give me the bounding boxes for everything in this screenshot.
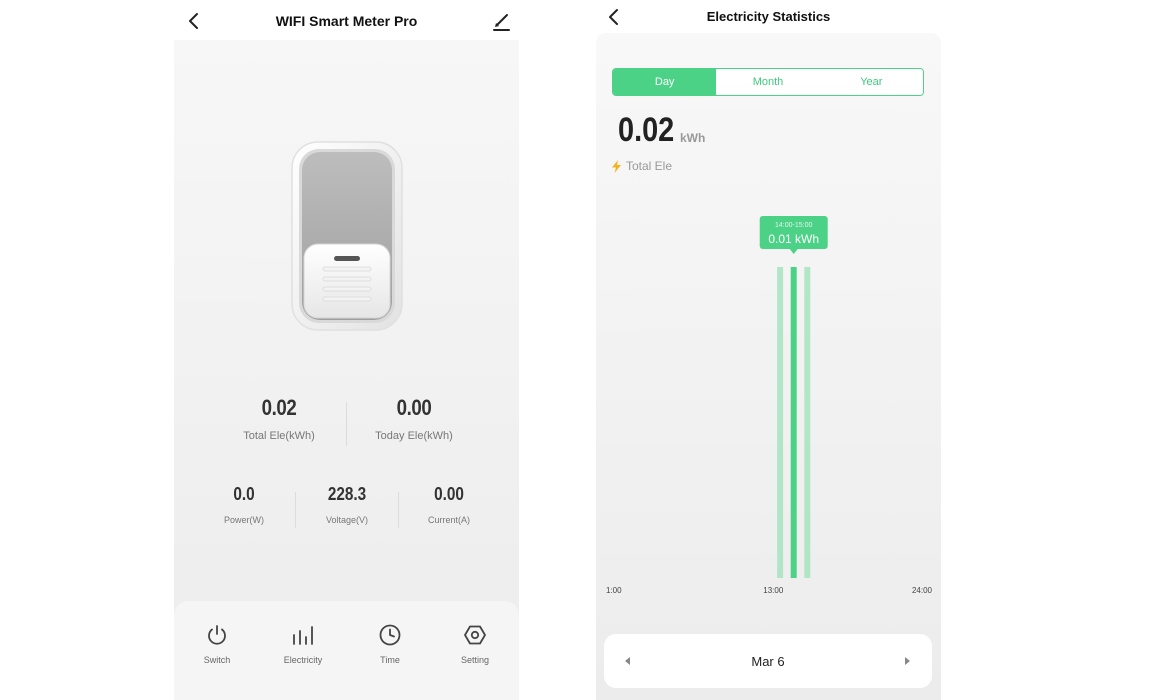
energy-bar-chart: 14:00-15:00 0.01 kWh 1:00 13:00 24:00 bbox=[606, 216, 933, 595]
current-stat: 0.00 Current(A) bbox=[399, 484, 499, 525]
x-axis-ticks: 1:00 13:00 24:00 bbox=[606, 586, 933, 595]
date-picker: Mar 6 bbox=[604, 634, 932, 688]
today-ele-value: 0.00 bbox=[396, 395, 432, 420]
tab-setting-label: Setting bbox=[460, 655, 490, 665]
x-tick-label: 13:00 bbox=[763, 586, 784, 595]
meter-header: WIFI Smart Meter Pro bbox=[174, 0, 519, 40]
chart-bar[interactable] bbox=[804, 267, 811, 578]
chart-tooltip: 14:00-15:00 0.01 kWh bbox=[759, 216, 828, 254]
tab-time-label: Time bbox=[380, 655, 400, 665]
bar-chart-icon bbox=[293, 626, 313, 645]
power-stat: 0.0 Power(W) bbox=[194, 484, 294, 525]
divider bbox=[295, 492, 296, 528]
page-title: WIFI Smart Meter Pro bbox=[275, 13, 418, 29]
bottom-tab-bar: Switch Electricity Time Setting bbox=[174, 601, 519, 700]
tooltip-value: 0.01 kWh bbox=[768, 232, 819, 246]
tab-switch[interactable]: Switch bbox=[182, 623, 252, 673]
current-value: 0.00 bbox=[434, 484, 464, 504]
triangle-right-icon[interactable] bbox=[900, 654, 914, 668]
stage: WIFI Smart Meter Pro 0.02 Total Ele(kWh)… bbox=[0, 0, 1170, 700]
tooltip-arrow bbox=[789, 249, 798, 254]
hexagon-settings-icon bbox=[464, 625, 486, 645]
total-ele-label: Total Ele(kWh) bbox=[243, 430, 315, 442]
chart-bar[interactable] bbox=[777, 267, 784, 578]
chart-bar[interactable] bbox=[790, 267, 797, 578]
current-label: Current(A) bbox=[427, 515, 470, 525]
x-tick-label: 1:00 bbox=[606, 586, 622, 595]
total-ele-stat: 0.02 Total Ele(kWh) bbox=[204, 395, 354, 442]
voltage-label: Voltage(V) bbox=[325, 515, 369, 525]
power-label: Power(W) bbox=[224, 515, 264, 525]
statistics-screen: Electricity Statistics Day Month Year 0.… bbox=[596, 0, 941, 700]
power-value: 0.0 bbox=[233, 484, 255, 504]
today-ele-stat: 0.00 Today Ele(kWh) bbox=[339, 395, 489, 442]
meter-screen: WIFI Smart Meter Pro 0.02 Total Ele(kWh)… bbox=[174, 0, 519, 700]
voltage-stat: 228.3 Voltage(V) bbox=[297, 484, 397, 525]
power-icon bbox=[208, 625, 226, 645]
tab-switch-label: Switch bbox=[203, 655, 231, 665]
edit-pencil-icon[interactable] bbox=[492, 11, 512, 31]
date-label: Mar 6 bbox=[751, 654, 785, 669]
chart-bars bbox=[777, 267, 811, 578]
tab-time[interactable]: Time bbox=[355, 623, 425, 673]
tab-electricity-label: Electricity bbox=[283, 655, 323, 665]
page-title: Electricity Statistics bbox=[706, 9, 831, 24]
statistics-body: Day Month Year 0.02 kWh Total Ele 14:00-… bbox=[596, 33, 941, 700]
x-tick-label: 24:00 bbox=[912, 586, 933, 595]
tab-setting[interactable]: Setting bbox=[440, 623, 510, 673]
today-ele-label: Today Ele(kWh) bbox=[375, 430, 453, 442]
clock-icon bbox=[379, 624, 401, 646]
tooltip-range: 14:00-15:00 bbox=[775, 222, 812, 229]
switch-device-icon[interactable] bbox=[290, 140, 404, 332]
total-ele-value: 0.02 bbox=[261, 395, 297, 420]
voltage-value: 228.3 bbox=[327, 484, 367, 504]
tab-electricity[interactable]: Electricity bbox=[268, 623, 338, 673]
